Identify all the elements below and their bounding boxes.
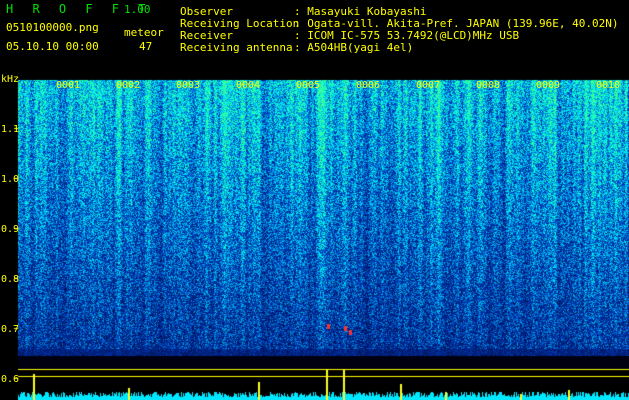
y-tick-label: 1.0 [1, 174, 20, 185]
y-tick-label: 0.8 [1, 274, 20, 285]
minute-label: 0003 [176, 80, 201, 91]
antenna-value: : A504HB(yagi 4el) [294, 41, 414, 54]
minute-label: 0010 [596, 80, 621, 91]
file-datetime: 05.10.10 00:00 [6, 40, 99, 53]
y-tick-label: 0.7 [1, 324, 20, 335]
y-tick-label: 1.1 [1, 124, 20, 135]
minute-label: 0001 [56, 80, 81, 91]
spectrogram-canvas [0, 78, 629, 400]
minute-label: 0004 [236, 80, 261, 91]
minute-label: 0005 [296, 80, 321, 91]
antenna-label: Receiving antenna [180, 41, 293, 54]
meteor-count: 47 [139, 40, 153, 53]
meteor-label: meteor [124, 26, 164, 39]
minute-label: 0002 [116, 80, 141, 91]
minute-label: 0009 [536, 80, 561, 91]
y-axis-unit: kHz [1, 74, 20, 85]
minute-label: 0006 [356, 80, 381, 91]
minute-label: 0007 [416, 80, 441, 91]
app-version: 1.00 [124, 3, 151, 16]
file-name: 0510100000.png [6, 21, 99, 34]
y-tick-label: 0.6 [1, 374, 20, 385]
y-tick-label: 0.9 [1, 224, 20, 235]
minute-label: 0008 [476, 80, 501, 91]
header-panel: H R O F F T 1.00 0510100000.png meteor 0… [0, 0, 629, 78]
